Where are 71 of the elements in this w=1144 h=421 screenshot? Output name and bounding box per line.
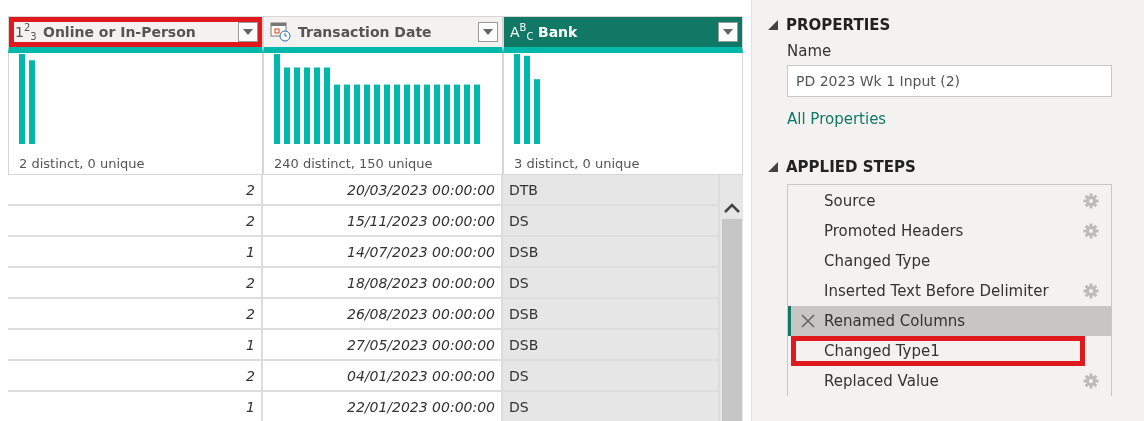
caret-icon	[243, 29, 253, 35]
table-cell: 2	[8, 206, 263, 237]
histogram-bar	[414, 84, 420, 144]
table-cell: DS	[503, 206, 720, 237]
table-cell: DTB	[503, 175, 720, 206]
table-cell: DS	[503, 392, 720, 421]
filter-dropdown-button[interactable]	[238, 22, 258, 42]
table-cell: 1	[8, 237, 263, 268]
table-cell: 2	[8, 268, 263, 299]
all-properties-link[interactable]: All Properties	[787, 110, 887, 128]
table-cell: 04/01/2023 00:00:00	[263, 361, 503, 392]
applied-step[interactable]: Replaced Value	[788, 366, 1111, 396]
column-header[interactable]: Transaction Date	[263, 16, 503, 53]
field-label: Name	[787, 42, 833, 60]
histogram-bar	[354, 84, 360, 144]
section-heading: PROPERTIES	[786, 16, 891, 34]
table-cell: 20/03/2023 00:00:00	[263, 175, 503, 206]
applied-step[interactable]: Source	[788, 186, 1111, 216]
distinct-count: 2 distinct, 0 unique	[19, 156, 146, 171]
applied-step[interactable]: Changed Type	[788, 246, 1111, 276]
applied-step[interactable]: Changed Type1	[788, 336, 1085, 366]
collapse-triangle-icon[interactable]	[768, 20, 778, 30]
column-title: Transaction Date	[298, 24, 433, 40]
delete-icon[interactable]	[801, 314, 815, 328]
histogram-bar	[474, 84, 480, 144]
distinct-count: 3 distinct, 0 unique	[514, 156, 641, 171]
column-title: Bank	[538, 24, 579, 40]
table-cell: 2	[8, 361, 263, 392]
scroll-up-icon[interactable]	[723, 203, 740, 213]
histogram-bar	[384, 84, 390, 144]
histogram-bar	[364, 84, 370, 144]
table-cell: DS	[503, 268, 720, 299]
table-cell: DSB	[503, 299, 720, 330]
histogram-bar	[404, 84, 410, 144]
applied-step[interactable]: Renamed Columns	[788, 306, 1111, 336]
section-heading: APPLIED STEPS	[786, 158, 916, 176]
collapse-triangle-icon[interactable]	[768, 162, 778, 172]
table-cell: 18/08/2023 00:00:00	[263, 268, 503, 299]
scrollbar[interactable]	[720, 175, 743, 421]
histogram-bar	[444, 84, 450, 144]
distinct-count: 240 distinct, 150 unique	[274, 156, 434, 171]
histogram-bar	[344, 84, 350, 144]
histogram-bar	[334, 84, 340, 144]
table-cell: 14/07/2023 00:00:00	[263, 237, 503, 268]
histogram-bar	[454, 84, 460, 144]
column-header[interactable]: A$^{B}$$_{C}$ Bank	[503, 16, 743, 53]
column-header[interactable]: 1$^{2}$$_{3}$ Online or In-Person	[8, 16, 263, 53]
caret-icon	[723, 29, 733, 35]
histogram-bar	[424, 84, 430, 144]
name-input[interactable]: PD 2023 Wk 1 Input (2)	[787, 65, 1112, 97]
table-cell: DSB	[503, 237, 720, 268]
histogram-bar	[394, 84, 400, 144]
table-cell: 26/08/2023 00:00:00	[263, 299, 503, 330]
table-cell: 1	[8, 330, 263, 361]
caret-icon	[483, 29, 493, 35]
histogram-bar	[374, 84, 380, 144]
table-cell: 27/05/2023 00:00:00	[263, 330, 503, 361]
filter-dropdown-button[interactable]	[478, 22, 498, 42]
histogram-bar	[534, 79, 540, 144]
calendar-clock-icon	[270, 22, 292, 42]
histogram-bar	[464, 84, 470, 144]
histogram-bar	[434, 84, 440, 144]
applied-step[interactable]: Inserted Text Before Delimiter	[788, 276, 1111, 306]
applied-step[interactable]: Promoted Headers	[788, 216, 1111, 246]
filter-dropdown-button[interactable]	[718, 22, 738, 42]
table-cell: 15/11/2023 00:00:00	[263, 206, 503, 237]
table-cell: 2	[8, 299, 263, 330]
table-cell: DSB	[503, 330, 720, 361]
table-cell: DS	[503, 361, 720, 392]
table-cell: 2	[8, 175, 263, 206]
column-title: Online or In-Person	[43, 24, 197, 40]
